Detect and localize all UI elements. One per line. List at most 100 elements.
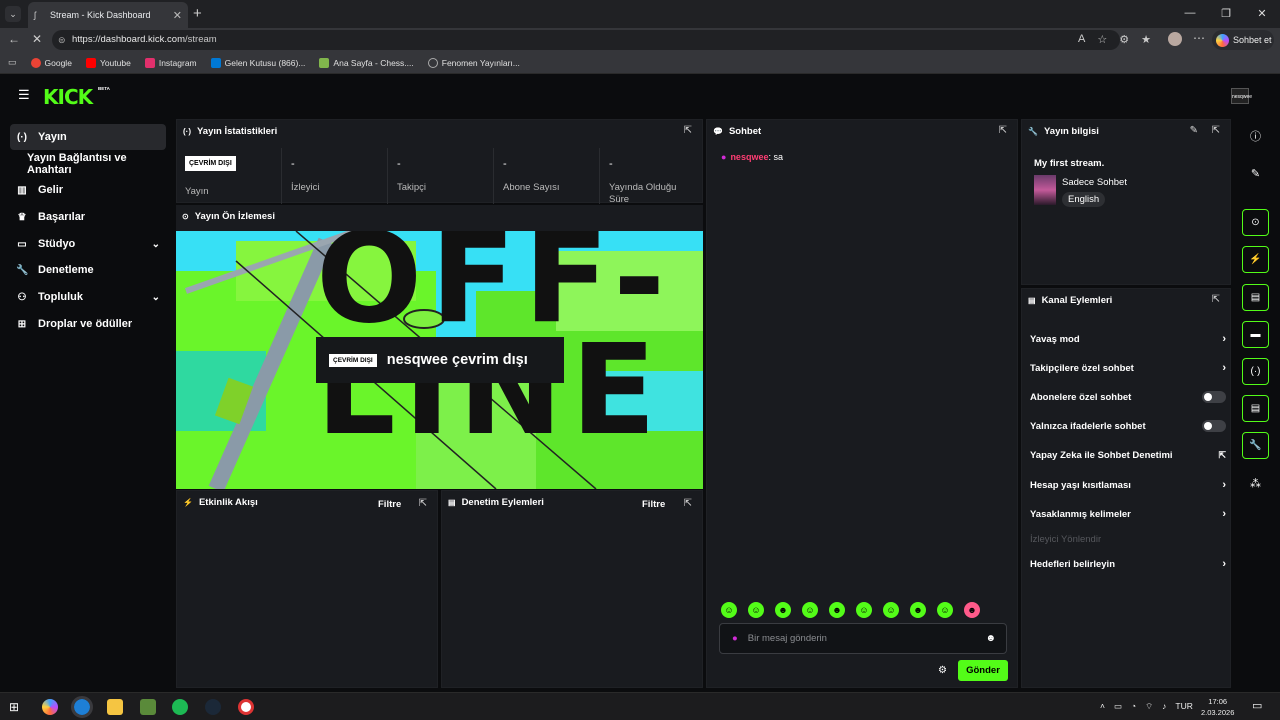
user-avatar[interactable]: nesqwee: [1231, 88, 1252, 104]
profile-avatar[interactable]: [1168, 32, 1182, 46]
action-slow-mode[interactable]: Yavaş mod ›: [1030, 332, 1226, 346]
chat-settings-icon[interactable]: ⚙: [938, 665, 947, 676]
emote-icon[interactable]: ☻: [829, 602, 845, 618]
tray-chevron-icon[interactable]: ˄: [1100, 701, 1105, 712]
bookmark-tab-icon[interactable]: ▭: [8, 57, 17, 68]
browser-tab[interactable]: ʃ Stream - Kick Dashboard ✕: [28, 2, 188, 28]
edge-taskbar-icon[interactable]: [71, 696, 93, 718]
popout-icon[interactable]: ⇱: [1212, 294, 1220, 305]
sidebar-item-topluluk[interactable]: ⚇ Topluluk ⌄: [10, 284, 166, 310]
url-field[interactable]: ⊜ https://dashboard.kick.com/stream: [52, 30, 1120, 50]
info-icon[interactable]: ⓘ: [1242, 122, 1269, 149]
emote-only-toggle[interactable]: [1202, 420, 1226, 432]
preview-widget-button[interactable]: ⊙: [1242, 209, 1269, 236]
sidebar-item-gelir[interactable]: ▥ Gelir: [10, 177, 166, 203]
edit-icon[interactable]: ✎: [1190, 125, 1198, 136]
emote-icon[interactable]: ☻: [910, 602, 926, 618]
wifi-icon[interactable]: ⌔: [1145, 701, 1153, 712]
system-clock[interactable]: 17:06 2.03.2026: [1201, 696, 1234, 718]
popout-icon[interactable]: ⇱: [1212, 125, 1220, 136]
tab-list-button[interactable]: ⌄: [5, 6, 21, 22]
bookmark-google[interactable]: Google: [30, 57, 72, 68]
back-icon[interactable]: ←: [8, 32, 20, 46]
kick-logo[interactable]: KICK: [43, 85, 93, 109]
steam-icon[interactable]: [205, 699, 221, 715]
emote-icon[interactable]: ☺: [721, 602, 737, 618]
moderation-widget-button[interactable]: ▤: [1242, 284, 1269, 311]
read-aloud-icon[interactable]: A: [1078, 33, 1085, 46]
sidebar-item-denetleme[interactable]: 🔧 Denetleme: [10, 257, 166, 283]
bookmark-instagram[interactable]: Instagram: [144, 57, 197, 68]
popout-icon[interactable]: ⇱: [419, 498, 427, 509]
new-tab-button[interactable]: +: [193, 5, 202, 22]
favorite-star-icon[interactable]: ☆: [1097, 33, 1107, 46]
apps-icon[interactable]: ⁂: [1242, 470, 1269, 497]
sidebar-item-stream-key[interactable]: Yayın Bağlantısı ve Anahtarı: [10, 151, 166, 177]
bookmark-youtube[interactable]: Youtube: [85, 57, 131, 68]
close-tab-icon[interactable]: ✕: [173, 9, 182, 22]
copilot-taskbar-icon[interactable]: [42, 699, 58, 715]
sidebar-item-label: Droplar ve ödüller: [38, 318, 133, 330]
bookmark-mail[interactable]: Gelen Kutusu (866)...: [210, 57, 305, 68]
close-window-icon[interactable]: ✕: [1244, 0, 1280, 26]
activity-widget-button[interactable]: ⚡: [1242, 246, 1269, 273]
minimize-icon[interactable]: —: [1172, 0, 1208, 26]
bookmark-fenomen[interactable]: Fenomen Yayınları...: [427, 57, 520, 68]
sidebar-item-yayin[interactable]: (·) Yayın: [10, 124, 166, 150]
emote-icon[interactable]: ☺: [883, 602, 899, 618]
channel-widget-button[interactable]: ▤: [1242, 395, 1269, 422]
emote-icon[interactable]: ☺: [856, 602, 872, 618]
extensions-icon[interactable]: ⚙: [1119, 33, 1129, 46]
stream-category[interactable]: Sadece Sohbet: [1062, 177, 1127, 188]
chat-username[interactable]: nesqwee: [730, 152, 768, 162]
wrench-widget-button[interactable]: 🔧: [1242, 432, 1269, 459]
popout-icon[interactable]: ⇱: [684, 498, 692, 509]
battery-icon[interactable]: ▭: [1114, 701, 1122, 712]
more-options-icon[interactable]: ⋯: [1193, 31, 1205, 45]
sidebar-item-droplar[interactable]: ⊞ Droplar ve ödüller: [10, 311, 166, 337]
emote-icon[interactable]: ☺: [748, 602, 764, 618]
notifications-icon[interactable]: ▭: [1252, 699, 1262, 712]
emote-icon[interactable]: ☺: [937, 602, 953, 618]
windows-start-icon[interactable]: ⊞: [9, 699, 25, 715]
emote-icon[interactable]: ☻: [775, 602, 791, 618]
action-set-goals[interactable]: Hedefleri belirleyin ›: [1030, 557, 1226, 571]
emote-icon[interactable]: ☺: [802, 602, 818, 618]
popout-icon[interactable]: ⇱: [684, 125, 692, 136]
system-tray: ˄ ▭ ◔ ⌔ ♪ TUR: [1100, 701, 1193, 712]
sidebar-item-basarilar[interactable]: ♛ Başarılar: [10, 204, 166, 230]
popout-icon[interactable]: ⇱: [999, 125, 1007, 136]
network-icon[interactable]: ◔: [1131, 701, 1136, 712]
chat-input[interactable]: ● Bir mesaj gönderin ☻: [719, 623, 1007, 654]
emoji-picker-icon[interactable]: ☻: [985, 633, 996, 644]
menu-icon[interactable]: ☰: [18, 88, 30, 101]
restore-icon[interactable]: ❐: [1208, 0, 1244, 26]
subscribers-only-toggle[interactable]: [1202, 391, 1226, 403]
spotify-icon[interactable]: [172, 699, 188, 715]
action-banned-words[interactable]: Yasaklanmış kelimeler ›: [1030, 507, 1226, 521]
moderation-filter-button[interactable]: Filtre: [642, 499, 665, 510]
action-followers-only[interactable]: Takipçilere özel sohbet ›: [1030, 361, 1226, 375]
action-redirect-viewers: İzleyici Yönlendir: [1030, 532, 1226, 546]
bookmark-chess[interactable]: Ana Sayfa - Chess....: [319, 57, 414, 68]
stat-cell: - Takipçi: [389, 148, 494, 204]
sidebar-item-studyo[interactable]: ▭ Stüdyo ⌄: [10, 231, 166, 257]
action-ai-moderation[interactable]: Yapay Zeka ile Sohbet Denetimi ⇱: [1030, 448, 1226, 462]
clipboard-icon: ▤: [448, 498, 456, 507]
stop-loading-icon[interactable]: ✕: [32, 32, 42, 46]
site-info-icon[interactable]: ⊜: [58, 30, 66, 50]
volume-icon[interactable]: ♪: [1162, 701, 1166, 712]
pencil-icon[interactable]: ✎: [1242, 160, 1269, 187]
minecraft-icon[interactable]: [140, 699, 156, 715]
activity-filter-button[interactable]: Filtre: [378, 499, 401, 510]
broadcast-widget-button[interactable]: (·): [1242, 358, 1269, 385]
emote-icon[interactable]: ☻: [964, 602, 980, 618]
action-account-age[interactable]: Hesap yaşı kısıtlaması ›: [1030, 478, 1226, 492]
obs-icon[interactable]: [238, 699, 254, 715]
copilot-button[interactable]: Sohbet et: [1212, 30, 1274, 50]
chat-widget-button[interactable]: ▬: [1242, 321, 1269, 348]
favorites-icon[interactable]: ★: [1141, 33, 1151, 46]
input-language[interactable]: TUR: [1175, 701, 1192, 712]
file-explorer-icon[interactable]: [107, 699, 123, 715]
send-button[interactable]: Gönder: [958, 660, 1008, 681]
